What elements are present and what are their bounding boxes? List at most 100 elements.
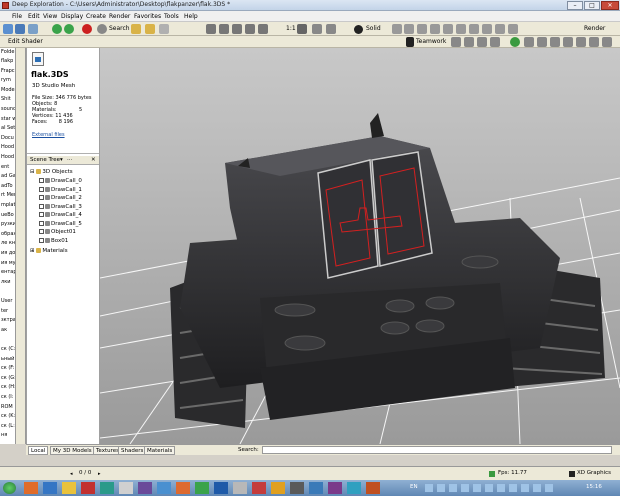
stop-icon[interactable] bbox=[82, 24, 92, 34]
tab-local[interactable]: Local bbox=[28, 446, 49, 455]
tray-icon-7[interactable] bbox=[497, 484, 505, 492]
tray-icon-4[interactable] bbox=[461, 484, 469, 492]
lights-icon[interactable] bbox=[482, 24, 492, 34]
menu-edit[interactable]: Edit bbox=[28, 13, 40, 20]
folder-tree-item[interactable]: Frapc bbox=[1, 68, 15, 74]
folder-tree-item[interactable]: ск (L: bbox=[1, 423, 15, 429]
favorites-icon[interactable] bbox=[145, 24, 155, 34]
scene-tree-object[interactable]: DrawCall_0 bbox=[39, 178, 82, 184]
scene-tree-object[interactable]: DrawCall_3 bbox=[39, 203, 82, 210]
visibility-checkbox[interactable] bbox=[39, 178, 44, 183]
taskbar-app-9-icon[interactable] bbox=[176, 482, 190, 494]
visibility-checkbox[interactable] bbox=[39, 195, 44, 200]
folder-tree-item[interactable]: sounc bbox=[1, 106, 15, 112]
folder-tree-item[interactable]: flakp bbox=[1, 58, 13, 64]
3d-viewport[interactable] bbox=[100, 48, 620, 444]
light-icon[interactable] bbox=[312, 24, 322, 34]
tool-f-icon[interactable] bbox=[524, 37, 534, 47]
search-button[interactable]: Search bbox=[109, 25, 130, 32]
axis-icon[interactable] bbox=[469, 24, 479, 34]
prev-page-icon[interactable]: ◂ bbox=[70, 471, 73, 477]
folder-tree-item[interactable]: star w bbox=[1, 116, 15, 122]
wireframe-icon[interactable] bbox=[326, 24, 336, 34]
folder-tree-item[interactable]: rym bbox=[1, 77, 11, 83]
folder-tree-item[interactable]: ск (H: bbox=[1, 384, 15, 390]
minimize-button[interactable]: – bbox=[567, 1, 583, 10]
folder-tree-item[interactable]: лки bbox=[1, 279, 10, 285]
menu-render[interactable]: Render bbox=[109, 13, 130, 20]
select-icon[interactable] bbox=[206, 24, 216, 34]
menu-display[interactable]: Display bbox=[61, 13, 83, 20]
taskbar-app-6-icon[interactable] bbox=[119, 482, 133, 494]
folder-tree-item[interactable]: ск (K: bbox=[1, 413, 15, 419]
chevron-down-icon[interactable]: ▾ bbox=[60, 157, 63, 163]
backface-icon[interactable] bbox=[495, 24, 505, 34]
tray-icon-9[interactable] bbox=[521, 484, 529, 492]
folder-tree-item[interactable]: adTo bbox=[1, 183, 13, 189]
scene-tree-object[interactable]: DrawCall_1 bbox=[39, 186, 82, 193]
tool-c-icon[interactable] bbox=[477, 37, 487, 47]
visibility-checkbox[interactable] bbox=[39, 220, 44, 226]
visibility-checkbox[interactable] bbox=[39, 186, 44, 192]
ratio-button[interactable]: 1:1 bbox=[286, 25, 296, 32]
tray-icon-3[interactable] bbox=[449, 484, 457, 492]
box-icon[interactable] bbox=[417, 24, 427, 34]
folder-tree-item[interactable]: Docu bbox=[1, 135, 14, 141]
taskbar-app-3-icon[interactable] bbox=[62, 482, 76, 494]
scene-tree-object[interactable]: DrawCall_5 bbox=[39, 220, 82, 227]
folder-tree-item[interactable]: ле кн bbox=[1, 240, 15, 246]
folder-tree-item[interactable]: ня bbox=[1, 432, 7, 438]
folder-tree-item[interactable]: rt Mer bbox=[1, 192, 15, 198]
search-input[interactable] bbox=[262, 446, 612, 454]
tab-shaders[interactable]: Shaders bbox=[118, 446, 147, 455]
menu-tools[interactable]: Tools bbox=[164, 13, 179, 20]
solid-dropdown[interactable]: Solid bbox=[366, 25, 381, 32]
folders-icon[interactable] bbox=[131, 24, 141, 34]
taskbar-app-12-icon[interactable] bbox=[233, 482, 247, 494]
taskbar-app-16-icon[interactable] bbox=[309, 482, 323, 494]
shade-icon[interactable] bbox=[392, 24, 402, 34]
taskbar-app-17-icon[interactable] bbox=[328, 482, 342, 494]
maximize-button[interactable]: □ bbox=[584, 1, 600, 10]
menu-help[interactable]: Help bbox=[184, 13, 198, 20]
folder-tree-item[interactable]: ск (I: bbox=[1, 394, 13, 400]
tray-icon-5[interactable] bbox=[473, 484, 481, 492]
menu-file[interactable]: File bbox=[12, 13, 22, 20]
taskbar-app-14-icon[interactable] bbox=[271, 482, 285, 494]
folder-tree-item[interactable]: ter bbox=[1, 308, 8, 314]
tray-icon-2[interactable] bbox=[437, 484, 445, 492]
taskbar-app-2-icon[interactable] bbox=[43, 482, 57, 494]
folder-tree-item[interactable]: ентар bbox=[1, 269, 15, 275]
close-button[interactable]: ✕ bbox=[601, 1, 619, 10]
splitter[interactable] bbox=[16, 48, 26, 444]
taskbar-app-13-icon[interactable] bbox=[252, 482, 266, 494]
visibility-checkbox[interactable] bbox=[39, 203, 44, 209]
close-icon[interactable]: ✕ bbox=[91, 157, 96, 163]
edit-shader-button[interactable]: Edit Shader bbox=[8, 38, 43, 45]
next-page-icon[interactable]: ▸ bbox=[98, 471, 101, 477]
folder-tree-item[interactable]: ак bbox=[1, 327, 7, 333]
taskbar-app-7-icon[interactable] bbox=[138, 482, 152, 494]
scene-tree-object[interactable]: Box01 bbox=[39, 237, 68, 244]
grid-icon[interactable] bbox=[430, 24, 440, 34]
folder-tree-item[interactable]: mplate bbox=[1, 202, 15, 208]
tool-d-icon[interactable] bbox=[490, 37, 500, 47]
tray-icon-8[interactable] bbox=[509, 484, 517, 492]
rotate-icon[interactable] bbox=[232, 24, 242, 34]
tool-g-icon[interactable] bbox=[537, 37, 547, 47]
folder-tree-item[interactable]: ьный bbox=[1, 356, 14, 362]
tool-a-icon[interactable] bbox=[451, 37, 461, 47]
folder-tree-item[interactable]: Hood bbox=[1, 144, 14, 150]
teamwork-button[interactable]: Teamwork bbox=[416, 38, 446, 45]
taskbar-app-10-icon[interactable] bbox=[195, 482, 209, 494]
visibility-checkbox[interactable] bbox=[39, 237, 44, 243]
scene-tree-dropdown[interactable]: Scene Tree bbox=[30, 157, 60, 163]
tray-icon-1[interactable] bbox=[425, 484, 433, 492]
start-button[interactable] bbox=[3, 482, 16, 494]
folder-tree-item[interactable]: обрах bbox=[1, 231, 15, 237]
tray-icon-11[interactable] bbox=[545, 484, 553, 492]
menu-favorites[interactable]: Favorites bbox=[134, 13, 161, 20]
bounding-icon[interactable] bbox=[456, 24, 466, 34]
taskbar-app-18-icon[interactable] bbox=[347, 482, 361, 494]
folder-tree-item[interactable]: Mode bbox=[1, 87, 15, 93]
